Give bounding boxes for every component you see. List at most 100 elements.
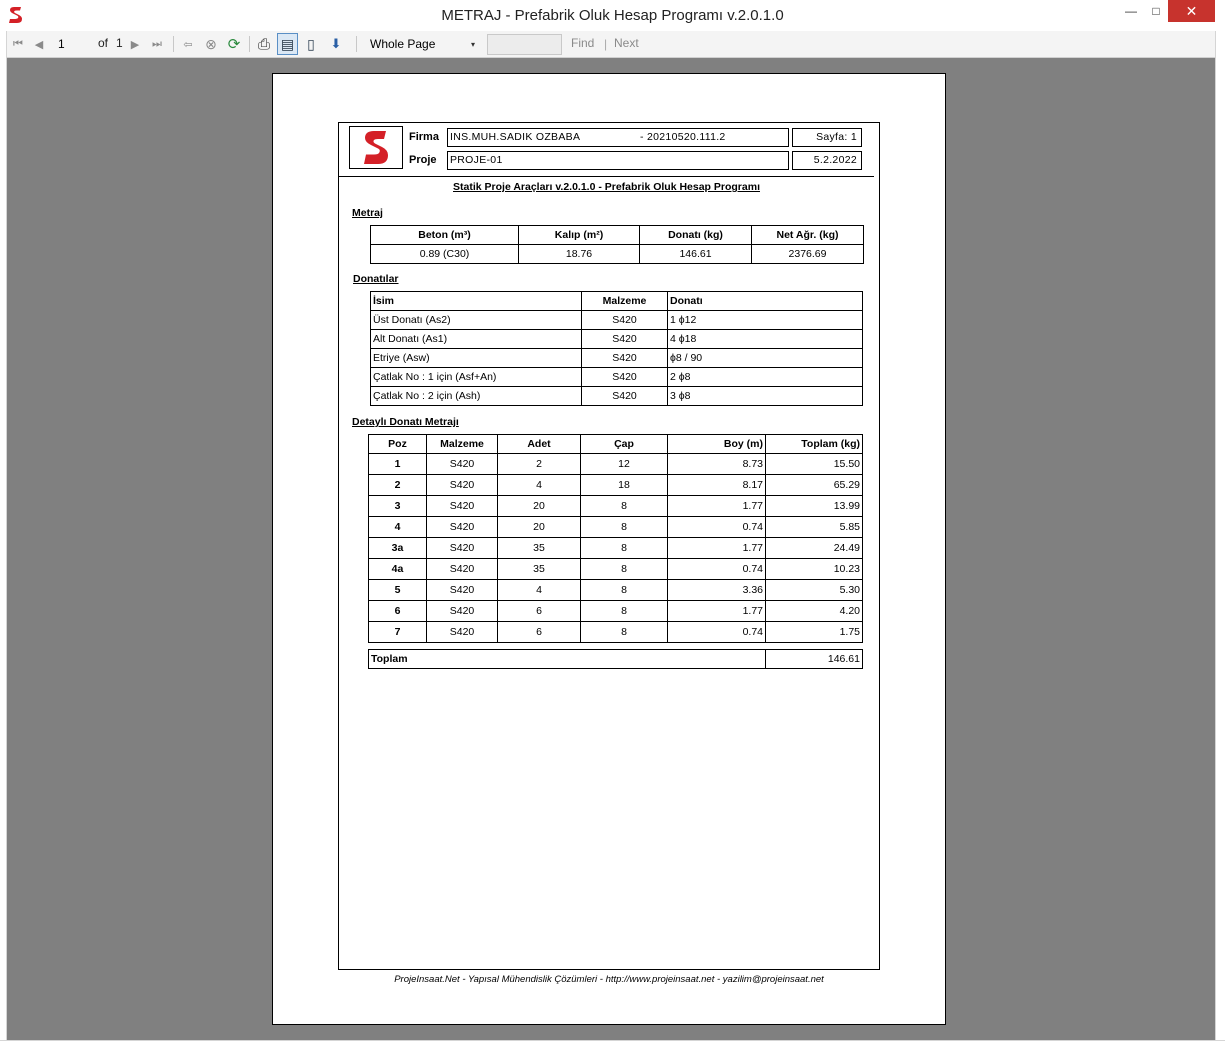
table-cell: S420 — [426, 474, 498, 496]
metraj-value-row: 0.89 (C30) 18.76 146.61 2376.69 — [370, 244, 864, 264]
table-cell: 8 — [580, 621, 668, 643]
search-input[interactable] — [487, 34, 562, 55]
table-cell: Etriye (Asw) — [370, 348, 582, 368]
window-title: METRAJ - Prefabrik Oluk Hesap Programı v… — [441, 7, 784, 24]
proje-value: PROJE-01 — [447, 151, 789, 170]
donati-value: 146.61 — [639, 244, 752, 264]
table-cell: 0.74 — [667, 516, 766, 538]
table-cell: 24.49 — [765, 537, 863, 559]
table-cell: 6 — [497, 621, 581, 643]
table-row: 2 S420 4 18 8.17 65.29 — [368, 474, 863, 496]
table-cell: 1 — [368, 453, 427, 475]
table-header-cell: Poz — [368, 434, 427, 454]
next-link[interactable]: Next — [614, 36, 639, 50]
metraj-table: Beton (m³) Kalıp (m²) Donatı (kg) Net Ağ… — [370, 225, 864, 264]
table-row: 5 S420 4 8 3.36 5.30 — [368, 579, 863, 601]
prev-page-icon[interactable]: ◀ — [31, 31, 47, 57]
table-header-cell: Donatı (kg) — [639, 225, 752, 245]
table-cell: 8 — [580, 558, 668, 580]
find-link[interactable]: Find — [571, 36, 594, 50]
table-cell: 18 — [580, 474, 668, 496]
table-header-cell: Beton (m³) — [370, 225, 519, 245]
table-cell: 6 — [368, 600, 427, 622]
table-header-cell: Malzeme — [581, 291, 668, 311]
table-cell: 1.77 — [667, 600, 766, 622]
table-cell: 20 — [497, 495, 581, 517]
table-cell: 8 — [580, 495, 668, 517]
report-frame: Firma INS.MUH.SADIK OZBABA - 20210520.11… — [338, 122, 880, 970]
export-icon[interactable]: ⬇ — [323, 31, 349, 57]
company-logo — [349, 126, 403, 169]
table-cell: S420 — [426, 516, 498, 538]
table-header-cell: İsim — [370, 291, 582, 311]
table-cell: 20 — [497, 516, 581, 538]
report-date: 5.2.2022 — [792, 151, 862, 170]
toolbar-separator — [173, 36, 174, 52]
table-row: Üst Donatı (As2) S420 1 ϕ12 — [370, 310, 863, 330]
print-icon[interactable]: ⎙ — [254, 31, 274, 57]
table-cell: S420 — [581, 386, 668, 406]
page-number-input[interactable] — [56, 35, 96, 53]
table-cell: 5 — [368, 579, 427, 601]
firma-code: - 20210520.111.2 — [640, 131, 726, 143]
table-cell: S420 — [581, 367, 668, 387]
table-cell: 2 ϕ8 — [667, 367, 863, 387]
table-cell: 1 ϕ12 — [667, 310, 863, 330]
metraj-section-title: Metraj — [352, 207, 383, 219]
table-cell: 8 — [580, 516, 668, 538]
table-row: 4a S420 35 8 0.74 10.23 — [368, 558, 863, 580]
table-header-cell: Kalıp (m²) — [518, 225, 640, 245]
table-cell: S420 — [426, 453, 498, 475]
table-cell: 3.36 — [667, 579, 766, 601]
total-row: Toplam 146.61 — [368, 649, 863, 669]
donatilar-header-row: İsim Malzeme Donatı — [370, 291, 863, 311]
table-cell: 8.73 — [667, 453, 766, 475]
window-frame-bottom — [0, 1040, 1225, 1050]
table-cell: 10.23 — [765, 558, 863, 580]
print-layout-icon[interactable]: ▤ — [277, 33, 298, 55]
table-cell: 4a — [368, 558, 427, 580]
find-next-separator: | — [604, 37, 608, 51]
chevron-down-icon: ▾ — [470, 40, 475, 49]
stop-icon[interactable]: ⊗ — [202, 31, 220, 57]
zoom-select[interactable]: Whole Page ▾ — [365, 34, 478, 55]
page-setup-icon[interactable]: ▯ — [301, 31, 321, 57]
table-row: 6 S420 6 8 1.77 4.20 — [368, 600, 863, 622]
refresh-icon[interactable]: ⟳ — [225, 31, 243, 57]
table-cell: 2 — [368, 474, 427, 496]
table-row: 3a S420 35 8 1.77 24.49 — [368, 537, 863, 559]
table-header-cell: Malzeme — [426, 434, 498, 454]
maximize-button[interactable]: □ — [1144, 0, 1168, 22]
table-row: 7 S420 6 8 0.74 1.75 — [368, 621, 863, 643]
detay-total-table: Toplam 146.61 — [368, 649, 863, 669]
table-cell: 3 ϕ8 — [667, 386, 863, 406]
table-cell: 4.20 — [765, 600, 863, 622]
next-page-icon[interactable]: ▶ — [127, 31, 143, 57]
table-header-cell: Toplam (kg) — [765, 434, 863, 454]
donatilar-section-title: Donatılar — [353, 273, 399, 285]
last-page-icon[interactable]: ⏭ — [148, 31, 166, 57]
table-cell: 1.77 — [667, 495, 766, 517]
table-cell: 4 — [497, 474, 581, 496]
table-cell: S420 — [581, 329, 668, 349]
close-button[interactable]: ✕ — [1168, 0, 1215, 22]
report-toolbar: ⏮ ◀ of 1 ▶ ⏭ ⇦ ⊗ ⟳ ⎙ ▤ ▯ ⬇ Whole Page ▾ … — [7, 31, 1215, 58]
first-page-icon[interactable]: ⏮ — [9, 31, 27, 57]
table-cell: S420 — [581, 310, 668, 330]
report-viewer[interactable]: Firma INS.MUH.SADIK OZBABA - 20210520.11… — [7, 58, 1215, 1040]
window-frame-left — [0, 31, 7, 1050]
minimize-button[interactable]: — — [1118, 0, 1144, 22]
firma-value-box: INS.MUH.SADIK OZBABA - 20210520.111.2 — [447, 128, 789, 147]
table-cell: 13.99 — [765, 495, 863, 517]
total-value: 146.61 — [765, 649, 863, 669]
table-cell: 1.75 — [765, 621, 863, 643]
back-icon[interactable]: ⇦ — [179, 31, 197, 57]
table-cell: 5.30 — [765, 579, 863, 601]
table-cell: Alt Donatı (As1) — [370, 329, 582, 349]
net-agirlik-value: 2376.69 — [751, 244, 864, 264]
table-row: 1 S420 2 12 8.73 15.50 — [368, 453, 863, 475]
report-footer: ProjeInsaat.Net - Yapısal Mühendislik Çö… — [394, 974, 824, 985]
firma-value: INS.MUH.SADIK OZBABA — [450, 131, 581, 143]
metraj-header-row: Beton (m³) Kalıp (m²) Donatı (kg) Net Ağ… — [370, 225, 864, 245]
table-cell: 4 — [497, 579, 581, 601]
